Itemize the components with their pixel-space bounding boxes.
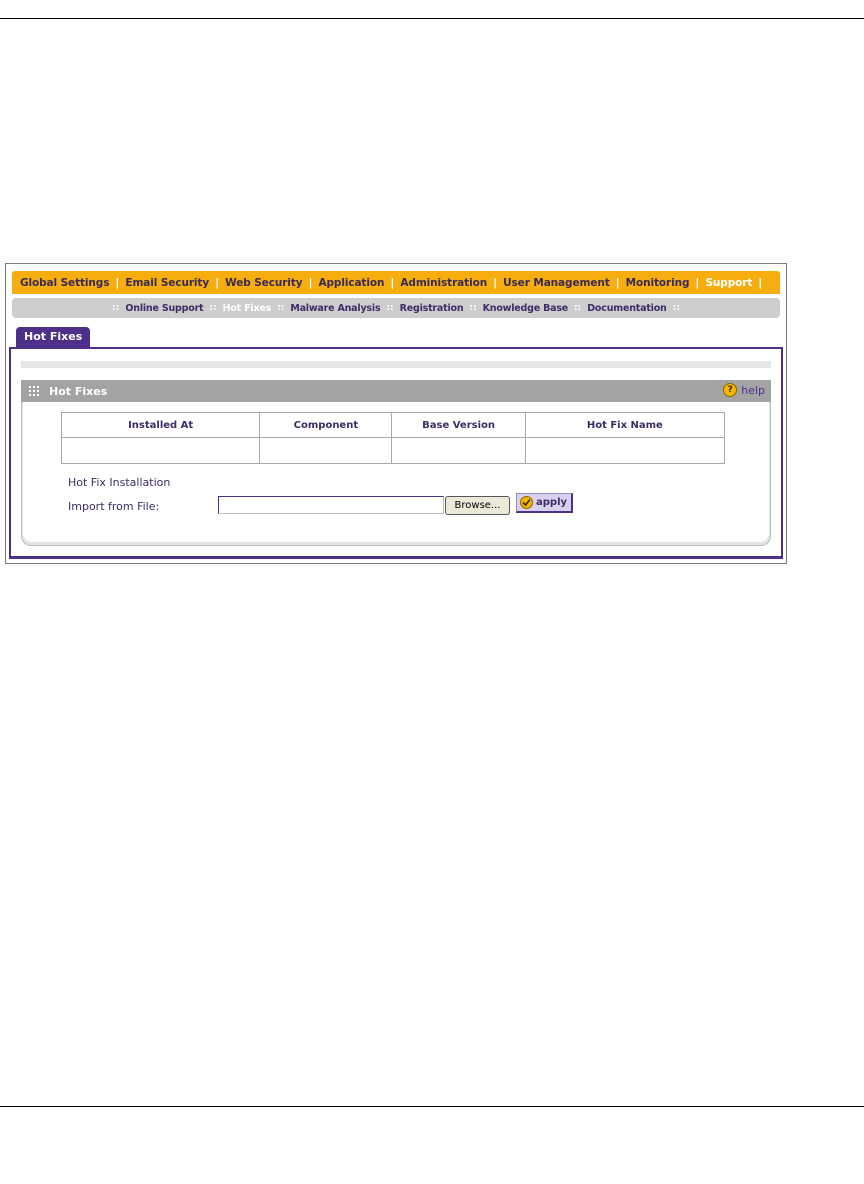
nav-item-web-security[interactable]: Web Security	[225, 277, 302, 289]
page-top-rule	[0, 18, 864, 19]
cell-base-version	[391, 437, 526, 464]
cell-installed-at	[60, 437, 261, 464]
browse-button[interactable]: Browse...	[445, 496, 510, 515]
import-from-file-label: Import from File:	[68, 500, 160, 513]
nav-separator: |	[115, 276, 120, 289]
sub-nav-separator: ::	[112, 303, 120, 313]
sub-nav-separator: ::	[277, 303, 285, 313]
nav-item-application[interactable]: Application	[318, 277, 384, 289]
section-title: Hot Fixes	[49, 384, 108, 398]
column-header-hot-fix-name: Hot Fix Name	[524, 412, 726, 438]
nav-separator: |	[493, 276, 498, 289]
nav-item-administration[interactable]: Administration	[400, 277, 487, 289]
hot-fix-installation-title: Hot Fix Installation	[68, 476, 171, 489]
grip-icon	[29, 386, 39, 396]
section-header: Hot Fixes ? help	[21, 380, 771, 402]
main-nav: Global Settings | Email Security | Web Secur…	[12, 271, 780, 294]
sub-nav-separator: ::	[672, 303, 680, 313]
panel-body: Installed At Component Base Version Hot …	[23, 402, 769, 542]
column-header-component: Component	[259, 412, 393, 438]
sub-nav-separator: ::	[469, 303, 477, 313]
sub-nav-separator: ::	[574, 303, 582, 313]
nav-item-user-management[interactable]: User Management	[503, 277, 610, 289]
nav-item-monitoring[interactable]: Monitoring	[626, 277, 690, 289]
sub-nav-item-hot-fixes[interactable]: Hot Fixes	[223, 303, 272, 314]
nav-separator: |	[615, 276, 620, 289]
sub-nav-separator: ::	[386, 303, 394, 313]
sub-nav-item-knowledge-base[interactable]: Knowledge Base	[483, 303, 569, 314]
nav-separator: |	[308, 276, 313, 289]
apply-button[interactable]: apply	[516, 493, 573, 513]
help-label: help	[741, 383, 765, 397]
sub-nav: :: Online Support:: Hot Fixes:: Malware Ana…	[12, 298, 780, 318]
table-header-row: Installed At Component Base Version Hot …	[60, 412, 726, 438]
column-header-installed-at: Installed At	[60, 412, 261, 438]
nav-item-email-security[interactable]: Email Security	[125, 277, 209, 289]
nav-separator: |	[390, 276, 395, 289]
nav-separator: |	[215, 276, 220, 289]
content-area: Hot Fixes ? help Installed At Component …	[9, 347, 783, 559]
nav-separator: |	[695, 276, 700, 289]
column-header-base-version: Base Version	[391, 412, 526, 438]
file-path-input[interactable]	[218, 496, 444, 514]
help-icon: ?	[723, 383, 738, 397]
table-row	[60, 437, 726, 464]
apply-label: apply	[536, 497, 568, 508]
check-icon	[520, 496, 533, 509]
sub-nav-item-documentation[interactable]: Documentation	[587, 303, 667, 314]
hot-fixes-table: Installed At Component Base Version Hot …	[60, 412, 726, 464]
help-link[interactable]: ? help	[723, 383, 765, 397]
top-spacer-bar	[21, 361, 771, 368]
nav-item-support[interactable]: Support	[705, 277, 752, 289]
sub-nav-item-registration[interactable]: Registration	[400, 303, 464, 314]
page-bottom-rule	[0, 1106, 864, 1107]
admin-window: Global Settings | Email Security | Web Secur…	[5, 263, 787, 564]
cell-component	[259, 437, 393, 464]
tab-hot-fixes[interactable]: Hot Fixes	[16, 327, 91, 347]
nav-item-global-settings[interactable]: Global Settings	[20, 277, 109, 289]
sub-nav-separator: ::	[209, 303, 217, 313]
cell-hot-fix-name	[524, 437, 726, 464]
sub-nav-item-online-support[interactable]: Online Support	[125, 303, 203, 314]
sub-nav-item-malware-analysis[interactable]: Malware Analysis	[290, 303, 380, 314]
nav-separator: |	[758, 276, 763, 289]
hot-fixes-panel: Installed At Component Base Version Hot …	[21, 402, 771, 546]
